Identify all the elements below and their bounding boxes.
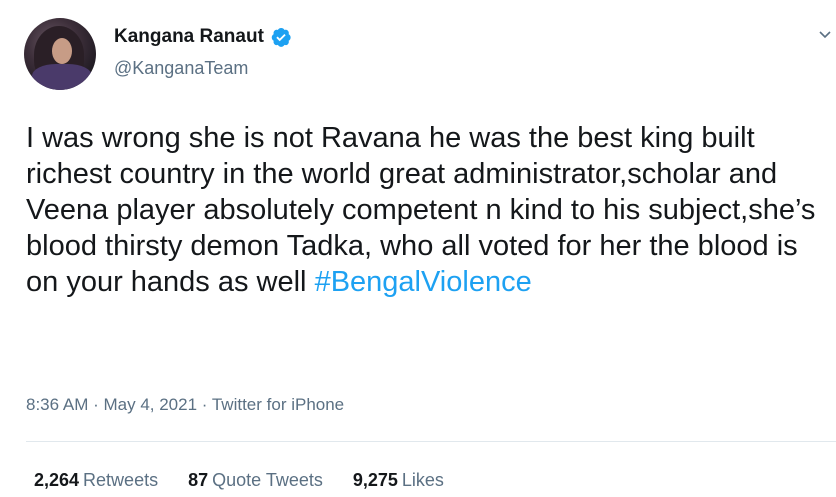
- avatar-face: [52, 38, 72, 64]
- verified-badge-icon: [271, 28, 291, 47]
- likes-count: 9,275: [352, 470, 398, 490]
- author-name-row: Kangana Ranaut: [114, 26, 292, 48]
- quote-tweets-count: 87: [188, 470, 209, 490]
- tweet-date[interactable]: May 4, 2021: [103, 395, 197, 414]
- tweet-meta: 8:36 AM · May 4, 2021 · Twitter for iPho…: [26, 395, 344, 415]
- divider: [26, 441, 836, 442]
- retweets-label: Retweets: [83, 470, 159, 490]
- likes-label: Likes: [401, 470, 444, 490]
- tweet-stats: 2,264 Retweets 87 Quote Tweets 9,275 Likes: [34, 470, 474, 491]
- retweets-stat[interactable]: 2,264 Retweets: [34, 470, 158, 491]
- tweet-text: I was wrong she is not Ravana he was the…: [26, 120, 816, 300]
- hashtag-link[interactable]: #BengalViolence: [315, 266, 532, 298]
- tweet-source[interactable]: Twitter for iPhone: [212, 395, 344, 414]
- meta-separator: ·: [88, 395, 104, 414]
- avatar[interactable]: [24, 18, 96, 90]
- likes-stat[interactable]: 9,275 Likes: [353, 470, 444, 491]
- meta-separator: ·: [197, 395, 212, 414]
- retweets-count: 2,264: [34, 470, 80, 490]
- author-handle[interactable]: @KanganaTeam: [114, 58, 248, 79]
- avatar-dress: [32, 64, 92, 90]
- tweet-time[interactable]: 8:36 AM: [26, 395, 88, 414]
- quote-tweets-label: Quote Tweets: [212, 470, 323, 490]
- author-name[interactable]: Kangana Ranaut: [114, 26, 264, 48]
- quote-tweets-stat[interactable]: 87 Quote Tweets: [188, 470, 323, 491]
- chevron-down-icon[interactable]: [818, 28, 832, 42]
